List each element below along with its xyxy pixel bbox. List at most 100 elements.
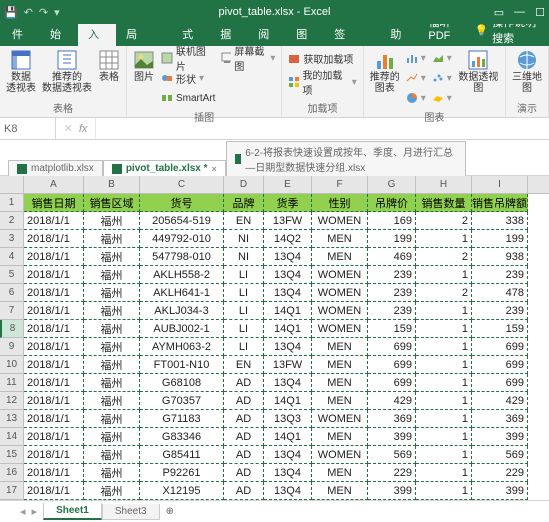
cell[interactable]: 2018/1/1 <box>24 428 84 446</box>
cell[interactable]: WOMEN <box>312 212 368 230</box>
cell[interactable]: AD <box>224 392 264 410</box>
cell[interactable]: AUBJ002-1 <box>140 320 224 338</box>
cell[interactable]: 478 <box>472 284 528 302</box>
select-all-corner[interactable] <box>0 176 24 193</box>
cell[interactable]: 569 <box>472 446 528 464</box>
cell[interactable]: 14Q1 <box>264 302 312 320</box>
chart-type-6[interactable]: ▾ <box>432 89 452 107</box>
col-header-F[interactable]: F <box>312 176 368 193</box>
cell[interactable]: 699 <box>368 338 416 356</box>
cell[interactable]: 14Q1 <box>264 428 312 446</box>
cell[interactable]: NI <box>224 230 264 248</box>
cell[interactable]: 1 <box>416 374 472 392</box>
formula-input[interactable] <box>96 118 549 139</box>
cell[interactable]: 2018/1/1 <box>24 284 84 302</box>
cell[interactable]: 399 <box>472 428 528 446</box>
cell[interactable]: 福州 <box>84 230 140 248</box>
cell[interactable]: 福州 <box>84 482 140 500</box>
smartart-button[interactable]: SmartArt <box>161 89 215 107</box>
cell[interactable]: 239 <box>368 266 416 284</box>
cell[interactable]: 429 <box>368 392 416 410</box>
cell[interactable]: 159 <box>368 320 416 338</box>
row-header[interactable]: 14 <box>0 428 24 446</box>
cell[interactable]: AD <box>224 482 264 500</box>
row-header[interactable]: 11 <box>0 374 24 392</box>
cell[interactable]: 2018/1/1 <box>24 248 84 266</box>
workbook-tab-3[interactable]: 6-2-将报表快速设置成按年、季度、月进行汇总—日期型数据快速分组.xlsx <box>226 141 466 176</box>
cell[interactable]: 205654-519 <box>140 212 224 230</box>
cell[interactable]: LI <box>224 338 264 356</box>
cell[interactable]: 399 <box>368 428 416 446</box>
cell[interactable]: 福州 <box>84 410 140 428</box>
cell[interactable]: 福州 <box>84 446 140 464</box>
cell[interactable]: 1 <box>416 266 472 284</box>
cell[interactable]: 938 <box>472 248 528 266</box>
table-button[interactable]: 表格 <box>98 49 120 83</box>
cell[interactable]: 229 <box>368 464 416 482</box>
cell[interactable]: WOMEN <box>312 320 368 338</box>
recommended-charts-button[interactable]: 推荐的 图表 <box>370 49 400 94</box>
cell[interactable]: 239 <box>472 302 528 320</box>
row-header[interactable]: 5 <box>0 266 24 284</box>
cell[interactable]: 449792-010 <box>140 230 224 248</box>
shapes-button[interactable]: 形状▾ <box>161 69 215 87</box>
cell[interactable]: 2018/1/1 <box>24 212 84 230</box>
new-sheet-button[interactable]: ⊕ <box>160 504 180 519</box>
cell[interactable]: MEN <box>312 248 368 266</box>
cell[interactable]: 福州 <box>84 266 140 284</box>
cell[interactable]: 福州 <box>84 212 140 230</box>
get-addins-button[interactable]: 获取加载项 <box>288 49 356 67</box>
online-pictures-button[interactable]: 联机图片 <box>161 49 215 67</box>
row-header[interactable]: 16 <box>0 464 24 482</box>
col-header-C[interactable]: C <box>140 176 224 193</box>
cell[interactable]: 2 <box>416 284 472 302</box>
row-header[interactable]: 9 <box>0 338 24 356</box>
cell[interactable]: 1 <box>416 230 472 248</box>
sheet-tab-1[interactable]: Sheet1 <box>43 503 102 520</box>
workbook-tab-2[interactable]: pivot_table.xlsx * × <box>103 160 226 176</box>
cell[interactable]: 福州 <box>84 374 140 392</box>
cell[interactable]: 369 <box>368 410 416 428</box>
fx-icon[interactable]: fx <box>79 123 88 135</box>
cell[interactable]: 1 <box>416 446 472 464</box>
cell[interactable]: 福州 <box>84 248 140 266</box>
cell[interactable]: 福州 <box>84 428 140 446</box>
header-cell[interactable]: 销售日期 <box>24 194 84 212</box>
cell[interactable]: 13Q4 <box>264 464 312 482</box>
col-header-E[interactable]: E <box>264 176 312 193</box>
sheet-tab-3[interactable]: Sheet3 <box>102 504 160 520</box>
cell[interactable]: 239 <box>368 284 416 302</box>
col-header-A[interactable]: A <box>24 176 84 193</box>
cell[interactable]: 2018/1/1 <box>24 356 84 374</box>
cell[interactable]: 13Q4 <box>264 248 312 266</box>
cell[interactable]: 1 <box>416 338 472 356</box>
cell[interactable]: 2018/1/1 <box>24 464 84 482</box>
ribbon-options-icon[interactable]: ▭ <box>494 6 504 19</box>
header-cell[interactable]: 销售区域 <box>84 194 140 212</box>
row-header[interactable]: 2 <box>0 212 24 230</box>
cell[interactable]: 14Q2 <box>264 230 312 248</box>
cell[interactable]: MEN <box>312 464 368 482</box>
cell[interactable]: MEN <box>312 356 368 374</box>
cell[interactable]: 2018/1/1 <box>24 266 84 284</box>
cell[interactable]: AD <box>224 446 264 464</box>
col-header-D[interactable]: D <box>224 176 264 193</box>
redo-icon[interactable]: ↷ <box>39 6 48 19</box>
cell[interactable]: EN <box>224 356 264 374</box>
cell[interactable]: 169 <box>368 212 416 230</box>
col-header-I[interactable]: I <box>472 176 528 193</box>
cell[interactable]: X12195 <box>140 482 224 500</box>
maximize-icon[interactable]: ☐ <box>535 6 545 19</box>
cell[interactable]: 福州 <box>84 338 140 356</box>
cell[interactable]: 699 <box>472 338 528 356</box>
screenshot-button[interactable]: 屏幕截图▾ <box>221 49 275 67</box>
cell[interactable]: WOMEN <box>312 284 368 302</box>
chart-type-4[interactable]: ▾ <box>432 49 452 67</box>
pictures-button[interactable]: 图片 <box>133 49 155 83</box>
cell[interactable]: 1 <box>416 428 472 446</box>
qat-dropdown-icon[interactable]: ▾ <box>54 6 60 19</box>
pivot-chart-button[interactable]: 数据透视图 <box>458 49 499 94</box>
cell[interactable]: 2018/1/1 <box>24 410 84 428</box>
row-header[interactable]: 6 <box>0 284 24 302</box>
cell[interactable]: 13Q4 <box>264 284 312 302</box>
